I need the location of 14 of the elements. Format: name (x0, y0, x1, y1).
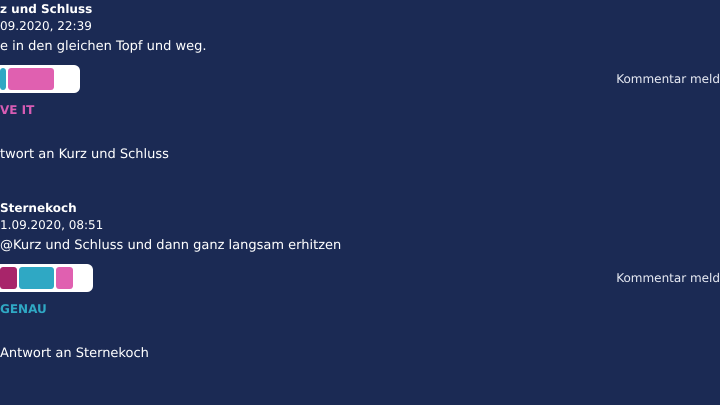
reaction-bar[interactable] (0, 264, 93, 292)
top-reaction-label: VE IT (0, 103, 34, 117)
comment-date: 1.09.2020, 08:51 (0, 217, 104, 234)
comment-date: 09.2020, 22:39 (0, 18, 92, 35)
comment-text: @Kurz und Schluss und dann ganz langsam erhitzen (0, 237, 342, 255)
reaction-bar[interactable] (0, 65, 80, 93)
reply-link[interactable]: twort an Kurz und Schluss (0, 147, 169, 162)
author-name: Sternekoch (0, 200, 77, 216)
report-link[interactable]: Kommentar meld (616, 72, 720, 86)
comment-text: e in den gleichen Topf und weg. (0, 38, 206, 56)
author-name: z und Schluss (0, 1, 92, 17)
report-link[interactable]: Kommentar meld (616, 271, 720, 285)
reply-link[interactable]: Antwort an Sternekoch (0, 346, 149, 361)
top-reaction-label: GENAU (0, 302, 47, 316)
